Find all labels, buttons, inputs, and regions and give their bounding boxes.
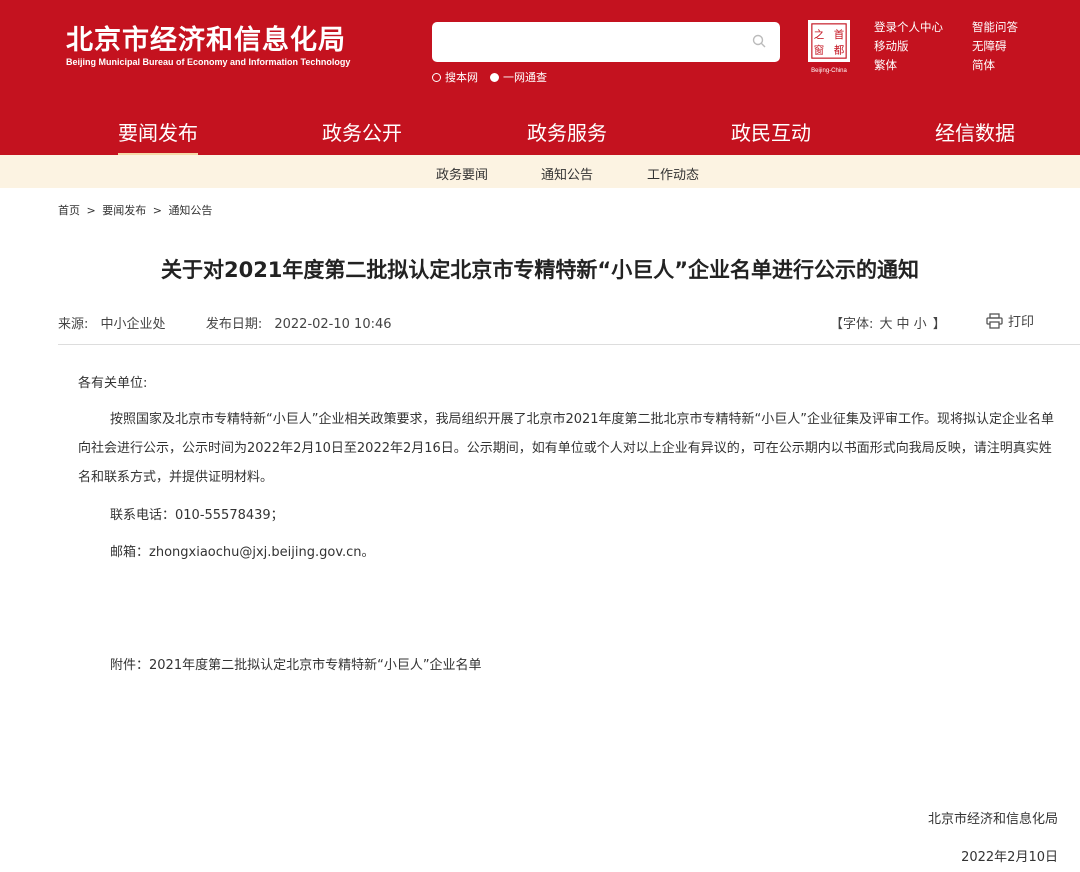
printer-icon bbox=[986, 312, 1003, 329]
search-icon[interactable] bbox=[752, 34, 766, 48]
article-date: 2022-02-10 10:46 bbox=[274, 317, 392, 332]
subnav-work-updates[interactable]: 工作动态 bbox=[647, 164, 699, 183]
breadcrumb-notices[interactable]: 通知公告 bbox=[168, 204, 212, 217]
site-logo-title[interactable]: 北京市经济和信息化局 bbox=[66, 18, 346, 57]
contact-phone: 联系电话：010-55578439； bbox=[110, 508, 284, 523]
main-nav: 要闻发布 政务公开 政务服务 政民互动 经信数据 bbox=[0, 105, 1080, 156]
print-button[interactable]: 打印 bbox=[986, 311, 1034, 330]
nav-public-interaction[interactable]: 政民互动 bbox=[731, 117, 811, 146]
nav-government-affairs[interactable]: 政务公开 bbox=[322, 117, 402, 146]
mobile-version-link[interactable]: 移动版 bbox=[874, 38, 972, 54]
article-paragraph: 按照国家及北京市专精特新“小巨人”企业相关政策要求，我局组织开展了北京市2021… bbox=[78, 412, 1055, 485]
traditional-chinese-link[interactable]: 繁体 bbox=[874, 57, 972, 73]
date-label: 发布日期: bbox=[205, 317, 263, 332]
simplified-chinese-link[interactable]: 简体 bbox=[972, 57, 1042, 73]
search-scope-site[interactable]: 搜本网 bbox=[432, 69, 478, 85]
sign-date: 2022年2月10日 bbox=[961, 850, 1058, 865]
article-title: 关于对2021年度第二批拟认定北京市专精特新“小巨人”企业名单进行公示的通知 bbox=[160, 258, 920, 282]
font-size-large[interactable]: 大 bbox=[880, 317, 893, 332]
breadcrumb-separator: > bbox=[152, 204, 162, 217]
nav-government-services[interactable]: 政务服务 bbox=[527, 117, 607, 146]
seal-caption: Beijing-China bbox=[811, 68, 847, 74]
breadcrumb-separator: > bbox=[86, 204, 96, 217]
login-link[interactable]: 登录个人中心 bbox=[874, 19, 972, 35]
accessibility-link[interactable]: 无障碍 bbox=[972, 38, 1042, 54]
subnav-notices[interactable]: 通知公告 bbox=[541, 164, 593, 183]
font-size-control: 【字体: 大中小 】 bbox=[830, 317, 946, 332]
font-size-small[interactable]: 小 bbox=[914, 317, 927, 332]
source-label: 来源: bbox=[58, 317, 89, 332]
radio-selected-icon bbox=[490, 72, 499, 82]
salutation: 各有关单位: bbox=[78, 376, 148, 391]
search-input[interactable] bbox=[432, 22, 780, 62]
signer: 北京市经济和信息化局 bbox=[927, 812, 1058, 827]
site-logo-subtitle: Beijing Municipal Bureau of Economy and … bbox=[66, 57, 351, 67]
attachment-link[interactable]: 附件：2021年度第二批拟认定北京市专精特新“小巨人”企业名单 bbox=[110, 651, 482, 680]
site-header: 北京市经济和信息化局 Beijing Municipal Bureau of E… bbox=[0, 0, 1080, 156]
sub-nav: 政务要闻 通知公告 工作动态 bbox=[0, 155, 1080, 188]
capital-window-seal-logo[interactable]: 首 都 之 窗 Beijing-China bbox=[806, 20, 852, 74]
seal-icon: 首 都 之 窗 bbox=[808, 20, 850, 62]
svg-text:窗: 窗 bbox=[814, 43, 824, 56]
breadcrumb: 首页 > 要闻发布 > 通知公告 bbox=[58, 202, 212, 218]
smart-qa-link[interactable]: 智能问答 bbox=[972, 19, 1042, 35]
article-meta: 来源: 中小企业处 发布日期: 2022-02-10 10:46 bbox=[58, 313, 392, 332]
svg-text:首: 首 bbox=[834, 28, 844, 41]
search-scope-options: 搜本网 一网通查 bbox=[432, 69, 547, 85]
top-utility-links: 登录个人中心 智能问答 移动版 无障碍 繁体 简体 bbox=[874, 19, 1042, 73]
nav-economic-data[interactable]: 经信数据 bbox=[935, 117, 1015, 146]
divider bbox=[58, 344, 1080, 345]
radio-icon bbox=[432, 72, 441, 82]
breadcrumb-home[interactable]: 首页 bbox=[58, 204, 80, 217]
search-scope-all[interactable]: 一网通查 bbox=[490, 69, 547, 85]
article-source: 中小企业处 bbox=[100, 317, 166, 332]
font-size-medium[interactable]: 中 bbox=[897, 317, 910, 332]
subnav-government-news[interactable]: 政务要闻 bbox=[436, 164, 488, 183]
svg-text:之: 之 bbox=[814, 28, 825, 41]
svg-text:都: 都 bbox=[834, 44, 845, 56]
nav-news-release[interactable]: 要闻发布 bbox=[118, 117, 198, 156]
print-label: 打印 bbox=[1008, 315, 1035, 330]
contact-email: 邮箱：zhongxiaochu@jxj.beijing.gov.cn。 bbox=[110, 545, 375, 560]
breadcrumb-news-release[interactable]: 要闻发布 bbox=[102, 204, 146, 217]
